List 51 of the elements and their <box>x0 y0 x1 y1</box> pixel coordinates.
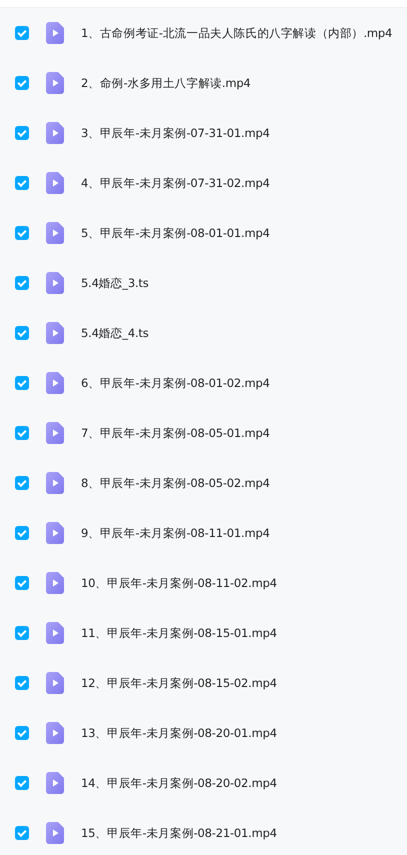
video-file-icon <box>46 722 64 744</box>
video-file-icon <box>46 72 64 94</box>
file-name: 3、甲辰年-未月案例-07-31-01.mp4 <box>81 126 270 140</box>
video-file-icon <box>46 622 64 644</box>
file-name: 1、古命例考证-北流一品夫人陈氏的八字解读（内部）.mp4 <box>81 26 392 40</box>
checkbox[interactable] <box>15 426 29 440</box>
file-name: 6、甲辰年-未月案例-08-01-02.mp4 <box>81 376 270 390</box>
video-file-icon <box>46 672 64 694</box>
file-name: 15、甲辰年-未月案例-08-21-01.mp4 <box>81 826 277 840</box>
video-file-icon <box>46 222 64 244</box>
checkbox[interactable] <box>15 776 29 790</box>
file-name: 5.4婚恋_3.ts <box>81 276 149 290</box>
video-file-icon <box>46 522 64 544</box>
file-name: 9、甲辰年-未月案例-08-11-01.mp4 <box>81 526 270 540</box>
video-file-icon <box>46 272 64 294</box>
checkbox[interactable] <box>15 726 29 740</box>
file-name: 5.4婚恋_4.ts <box>81 326 149 340</box>
file-name: 5、甲辰年-未月案例-08-01-01.mp4 <box>81 226 270 240</box>
video-file-icon <box>46 572 64 594</box>
file-name: 7、甲辰年-未月案例-08-05-01.mp4 <box>81 426 270 440</box>
file-name: 10、甲辰年-未月案例-08-11-02.mp4 <box>81 576 277 590</box>
video-file-icon <box>46 472 64 494</box>
file-name: 8、甲辰年-未月案例-08-05-02.mp4 <box>81 476 270 490</box>
file-name: 11、甲辰年-未月案例-08-15-01.mp4 <box>81 626 277 640</box>
checkbox[interactable] <box>15 826 29 840</box>
file-name: 12、甲辰年-未月案例-08-15-02.mp4 <box>81 676 277 690</box>
file-name: 13、甲辰年-未月案例-08-20-01.mp4 <box>81 726 277 740</box>
checkbox[interactable] <box>15 176 29 190</box>
checkbox[interactable] <box>15 276 29 290</box>
video-file-icon <box>46 772 64 794</box>
checkbox[interactable] <box>15 576 29 590</box>
video-file-icon <box>46 822 64 844</box>
video-file-icon <box>46 122 64 144</box>
checkbox[interactable] <box>15 226 29 240</box>
video-file-icon <box>46 422 64 444</box>
checkbox[interactable] <box>15 376 29 390</box>
checkbox[interactable] <box>15 676 29 690</box>
file-name: 2、命例-水多用土八字解读.mp4 <box>81 76 251 90</box>
checkbox[interactable] <box>15 476 29 490</box>
video-file-icon <box>46 22 64 44</box>
checkbox[interactable] <box>15 626 29 640</box>
checkbox[interactable] <box>15 526 29 540</box>
checkbox[interactable] <box>15 326 29 340</box>
video-file-icon <box>46 322 64 344</box>
checkbox[interactable] <box>15 76 29 90</box>
video-file-icon <box>46 372 64 394</box>
video-file-icon <box>46 172 64 194</box>
checkbox[interactable] <box>15 126 29 140</box>
checkbox[interactable] <box>15 26 29 40</box>
file-name: 14、甲辰年-未月案例-08-20-02.mp4 <box>81 776 277 790</box>
file-name: 4、甲辰年-未月案例-07-31-02.mp4 <box>81 176 270 190</box>
